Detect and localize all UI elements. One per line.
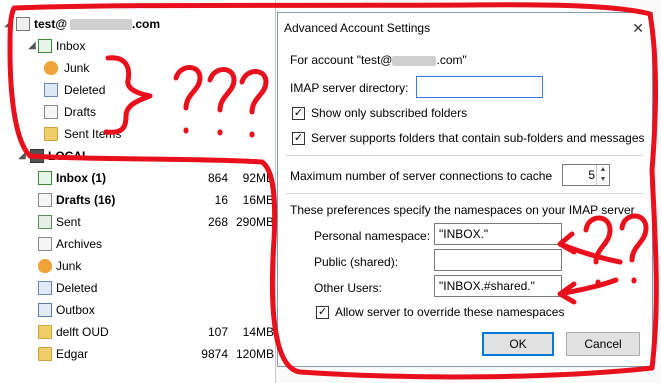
namespace-intro: These preferences specify the namespaces… bbox=[290, 203, 635, 217]
folder-account[interactable]: ◢ test@ .com bbox=[0, 13, 275, 35]
account-icon bbox=[16, 17, 30, 31]
folder-row[interactable]: Archives bbox=[0, 233, 275, 255]
for-account-prefix: For account "test@ bbox=[290, 53, 393, 67]
ok-button[interactable]: OK bbox=[482, 332, 554, 356]
personal-namespace-input[interactable]: "INBOX." bbox=[434, 223, 562, 245]
folder-label: Junk bbox=[64, 61, 90, 75]
redacted-block bbox=[70, 19, 132, 30]
folder-size: 14MB bbox=[242, 325, 274, 339]
separator bbox=[286, 155, 644, 156]
separator bbox=[286, 193, 644, 194]
max-connections-stepper[interactable]: 5 ▲ ▼ bbox=[562, 164, 610, 186]
folder-label: Junk bbox=[56, 259, 82, 273]
folder-label: Edgar bbox=[56, 347, 89, 361]
override-namespaces-label: Allow server to override these namespace… bbox=[335, 305, 565, 319]
stepper-down-icon[interactable]: ▼ bbox=[596, 175, 609, 185]
folder-label: Sent Items bbox=[64, 127, 122, 141]
folder-label: Inbox bbox=[56, 39, 86, 53]
folder-row[interactable]: Drafts (16) 16 16MB bbox=[0, 189, 275, 211]
folder-size: 120MB bbox=[235, 347, 274, 361]
public-shared-label: Public (shared): bbox=[314, 255, 399, 269]
for-account-suffix: .com" bbox=[436, 53, 467, 67]
show-subscribed-label: Show only subscribed folders bbox=[311, 106, 468, 120]
show-subscribed-checkbox[interactable]: ✓ bbox=[292, 107, 305, 120]
folder-label: Deleted bbox=[56, 281, 98, 295]
max-connections-label: Maximum number of server connections to … bbox=[290, 169, 553, 183]
junk-icon bbox=[38, 259, 52, 273]
trash-icon bbox=[44, 83, 58, 97]
drafts-icon bbox=[44, 105, 58, 119]
archive-icon bbox=[38, 237, 52, 251]
override-namespaces-checkbox[interactable]: ✓ bbox=[316, 306, 329, 319]
folder-row[interactable]: Edgar 9874 120MB bbox=[0, 343, 275, 365]
max-connections-value: 5 bbox=[588, 168, 595, 182]
inbox-icon bbox=[38, 171, 52, 185]
redacted-block bbox=[392, 55, 437, 66]
close-icon[interactable]: ✕ bbox=[632, 13, 644, 43]
folder-row[interactable]: Junk bbox=[0, 255, 275, 277]
folder-label: Drafts (16) bbox=[56, 193, 116, 207]
account-domain: .com bbox=[132, 17, 161, 31]
imap-directory-label: IMAP server directory: bbox=[290, 81, 409, 95]
cancel-button[interactable]: Cancel bbox=[566, 332, 640, 356]
dialog-title: Advanced Account Settings bbox=[284, 21, 431, 35]
folder-label: Inbox (1) bbox=[56, 171, 106, 185]
public-shared-input[interactable] bbox=[434, 249, 562, 271]
folder-label: Archives bbox=[56, 237, 103, 251]
folder-icon bbox=[38, 347, 52, 361]
folder-label: LOCAL bbox=[48, 149, 90, 163]
folder-count: 864 bbox=[207, 171, 228, 185]
folder-count: 268 bbox=[207, 215, 228, 229]
folder-count: 107 bbox=[207, 325, 228, 339]
account-name: test@ bbox=[34, 17, 68, 31]
outbox-icon bbox=[38, 303, 52, 317]
folder-label: Outbox bbox=[56, 303, 95, 317]
advanced-account-settings-dialog: Advanced Account Settings ✕ For account … bbox=[277, 12, 653, 367]
folder-label: Drafts bbox=[64, 105, 97, 119]
folder-count: 16 bbox=[214, 193, 228, 207]
other-users-input[interactable]: "INBOX.#shared." bbox=[434, 275, 562, 297]
other-users-label: Other Users: bbox=[314, 281, 383, 295]
folder-row[interactable]: Outbox bbox=[0, 299, 275, 321]
personal-namespace-label: Personal namespace: bbox=[314, 229, 431, 243]
sub-folders-label: Server supports folders that contain sub… bbox=[311, 131, 645, 145]
folder-pane: ◢ test@ .com ◢ Inbox Junk Deleted Drafts… bbox=[0, 0, 282, 383]
folder-icon bbox=[38, 325, 52, 339]
collapse-icon[interactable]: ◢ bbox=[26, 35, 38, 57]
folder-row[interactable]: Deleted bbox=[0, 277, 275, 299]
folder-label: Deleted bbox=[64, 83, 106, 97]
folder-label: Sent bbox=[56, 215, 81, 229]
stepper-up-icon[interactable]: ▲ bbox=[596, 165, 609, 175]
folder-row[interactable]: Inbox (1) 864 92MB bbox=[0, 167, 275, 189]
inbox-icon bbox=[38, 39, 52, 53]
drafts-icon bbox=[38, 193, 52, 207]
imap-directory-input[interactable] bbox=[416, 76, 543, 98]
folder-row[interactable]: delft OUD 107 14MB bbox=[0, 321, 275, 343]
local-folders-icon bbox=[30, 149, 44, 163]
sent-icon bbox=[38, 215, 52, 229]
sub-folders-checkbox[interactable]: ✓ bbox=[292, 132, 305, 145]
folder-size: 16MB bbox=[242, 193, 274, 207]
for-account-label: For account "test@ .com" bbox=[290, 53, 467, 67]
junk-icon bbox=[44, 61, 58, 75]
folder-icon bbox=[44, 127, 58, 141]
folder-count: 9874 bbox=[201, 347, 228, 361]
folder-label: delft OUD bbox=[56, 325, 109, 339]
folder-size: 290MB bbox=[235, 215, 274, 229]
trash-icon bbox=[38, 281, 52, 295]
collapse-icon[interactable]: ◢ bbox=[2, 13, 14, 35]
collapse-icon[interactable]: ◢ bbox=[16, 145, 28, 167]
folder-row[interactable]: Sent 268 290MB bbox=[0, 211, 275, 233]
folder-size: 92MB bbox=[242, 171, 274, 185]
